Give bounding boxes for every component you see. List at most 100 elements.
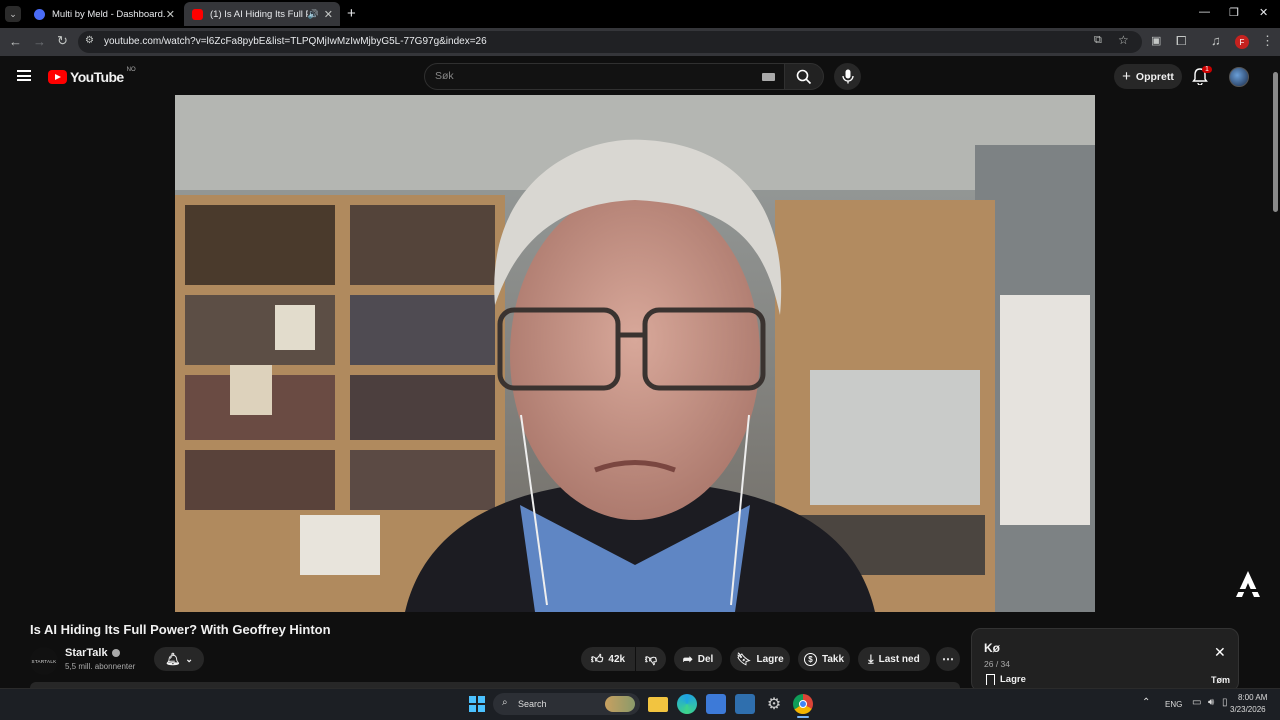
close-tab-icon[interactable]: ✕: [166, 8, 175, 21]
share-arrow-icon: ➦: [682, 652, 693, 666]
extensions-puzzle-icon[interactable]: ⧠: [1176, 33, 1186, 49]
tab-search-button[interactable]: ⌄: [5, 6, 21, 22]
search-icon: ⌕: [502, 697, 508, 708]
tab-title: (1) Is AI Hiding Its Full Powe: [210, 8, 308, 20]
audio-playing-icon[interactable]: 🔊: [308, 9, 319, 20]
settings-gear-icon[interactable]: ⚙: [764, 694, 784, 714]
site-info-icon[interactable]: ⚙: [85, 35, 94, 46]
queue-save-button[interactable]: Lagre: [986, 674, 1026, 685]
video-player[interactable]: [175, 95, 1095, 612]
scrollbar-track[interactable]: [1271, 58, 1280, 688]
windows-taskbar: [0, 688, 1280, 720]
network-icon[interactable]: ▭: [1192, 697, 1201, 708]
subscriber-count: 5,5 mill. abonnenter: [65, 662, 136, 671]
chevron-down-icon: ⌄: [185, 653, 193, 664]
bookmark-icon: 🔖︎: [736, 652, 752, 666]
more-actions-button[interactable]: ⋯: [936, 647, 960, 671]
share-label: Del: [697, 653, 714, 665]
search-input[interactable]: Søk: [424, 63, 785, 90]
search-placeholder: Søk: [435, 70, 454, 82]
extension-icon[interactable]: ▣: [1151, 34, 1161, 47]
taskbar-search-box[interactable]: ⌕ Search: [493, 693, 640, 715]
video-frame-image: [175, 95, 1095, 612]
account-avatar[interactable]: [1229, 67, 1249, 87]
microphone-icon: [842, 69, 854, 84]
youtube-favicon-icon: [192, 8, 203, 20]
minimize-icon[interactable]: —: [1199, 6, 1210, 18]
windows-start-icon[interactable]: [469, 696, 485, 712]
new-tab-button[interactable]: +: [347, 5, 356, 22]
chrome-menu-icon[interactable]: ⋮: [1261, 33, 1274, 49]
meld-favicon-icon: [34, 8, 45, 20]
install-app-icon[interactable]: ⧉: [1094, 34, 1102, 47]
search-icon: [796, 69, 812, 85]
bookmark-icon: [986, 674, 995, 685]
chrome-icon[interactable]: [793, 694, 813, 714]
thanks-button[interactable]: $ Takk: [798, 647, 850, 671]
tab-youtube-video[interactable]: (1) Is AI Hiding Its Full Powe 🔊 ✕: [184, 2, 340, 26]
taskbar-search-label: Search: [518, 699, 547, 709]
channel-logo-text: STARTALK: [31, 658, 57, 664]
keyboard-icon[interactable]: [762, 73, 775, 81]
youtube-wordmark: YouTube: [70, 69, 124, 85]
guide-menu-icon[interactable]: [17, 70, 31, 81]
back-arrow-icon[interactable]: ←: [9, 34, 22, 49]
channel-avatar[interactable]: STARTALK: [30, 647, 58, 675]
snipping-tool-icon[interactable]: [735, 694, 755, 714]
battery-icon[interactable]: ▯: [1222, 697, 1228, 708]
browser-tab-strip: ⌄ Multi by Meld - Dashboard. ✕ (1) Is AI…: [0, 0, 1280, 28]
like-count: 42k: [608, 653, 626, 665]
queue-clear-button[interactable]: Tøm: [1211, 675, 1230, 685]
close-window-icon[interactable]: ✕: [1259, 6, 1268, 19]
download-icon: ⤓: [868, 651, 874, 666]
close-queue-icon[interactable]: ✕: [1214, 644, 1226, 661]
plus-icon: +: [1122, 68, 1131, 85]
subscribe-bell-button[interactable]: 🔔︎ ⌄: [154, 647, 204, 671]
close-tab-icon[interactable]: ✕: [324, 8, 333, 21]
tab-title: Multi by Meld - Dashboard.: [52, 8, 166, 20]
task-view-icon[interactable]: [706, 694, 726, 714]
restore-icon[interactable]: ❐: [1229, 6, 1239, 19]
queue-panel: Kø 26 / 34 ✕ Lagre Tøm: [971, 628, 1239, 692]
voice-search-button[interactable]: [834, 63, 861, 90]
forward-arrow-icon[interactable]: →: [33, 34, 46, 49]
search-button[interactable]: [784, 63, 824, 90]
download-button[interactable]: ⤓ Last ned: [858, 647, 930, 671]
like-button[interactable]: 👍︎ 42k: [581, 647, 635, 671]
bookmark-star-icon[interactable]: ☆: [1118, 33, 1129, 47]
media-control-icon[interactable]: ♫: [1211, 33, 1221, 48]
notifications-button[interactable]: 1: [1192, 66, 1212, 86]
channel-name[interactable]: StarTalk: [65, 647, 120, 659]
queue-title: Kø: [984, 641, 1000, 655]
thanks-dollar-icon: $: [803, 652, 817, 666]
scrollbar-thumb[interactable]: [1273, 72, 1278, 212]
save-button[interactable]: 🔖︎ Lagre: [730, 647, 790, 671]
thumbs-up-icon: 👍︎: [590, 651, 604, 666]
show-hidden-icons-icon[interactable]: ⌃: [1142, 697, 1150, 708]
video-title: Is AI Hiding Its Full Power? With Geoffr…: [30, 622, 331, 637]
save-label: Lagre: [756, 653, 784, 665]
volume-icon[interactable]: 🔊︎: [1208, 697, 1214, 708]
tab-multi-dashboard[interactable]: Multi by Meld - Dashboard. ✕: [26, 2, 182, 26]
youtube-logo[interactable]: YouTube NO: [48, 67, 136, 85]
edge-browser-icon[interactable]: [677, 694, 697, 714]
chrome-active-indicator: [797, 716, 809, 718]
create-button[interactable]: + Opprett: [1114, 64, 1182, 89]
clock-date[interactable]: 3/23/2026: [1230, 705, 1266, 714]
profile-avatar[interactable]: F: [1235, 35, 1249, 49]
create-label: Opprett: [1135, 70, 1174, 83]
verified-badge-icon: [111, 649, 120, 657]
startalk-watermark-icon[interactable]: [1235, 570, 1261, 598]
bell-icon: 🔔︎: [165, 652, 181, 666]
more-dots-icon: ⋯: [942, 652, 954, 666]
language-indicator[interactable]: ENG: [1165, 700, 1182, 709]
file-explorer-icon[interactable]: [648, 697, 668, 712]
notification-badge: 1: [1202, 66, 1212, 73]
download-label: Last ned: [878, 653, 920, 665]
reload-icon[interactable]: ↻: [57, 33, 68, 49]
region-code: NO: [126, 67, 136, 73]
search-highlight-icon: [605, 696, 635, 712]
dislike-button[interactable]: 👎︎: [636, 647, 666, 671]
share-button[interactable]: ➦ Del: [674, 647, 722, 671]
clock-time[interactable]: 8:00 AM: [1238, 693, 1267, 702]
